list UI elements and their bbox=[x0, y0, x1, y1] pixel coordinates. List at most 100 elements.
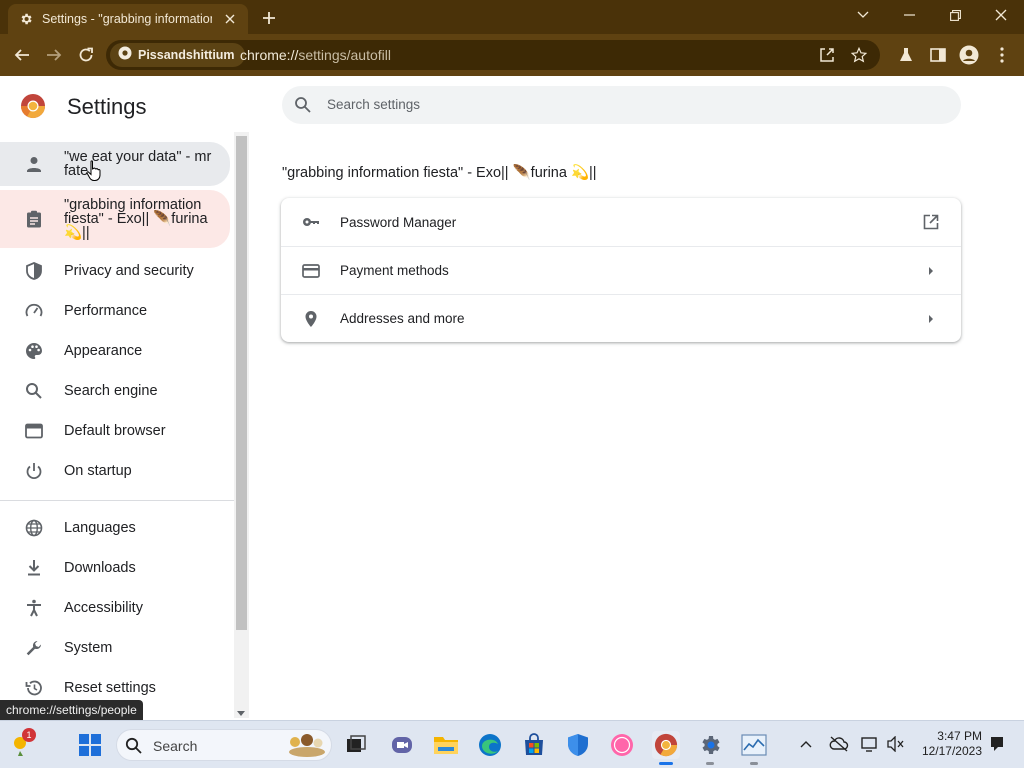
sidebar-scrollbar[interactable] bbox=[234, 132, 249, 718]
share-icon[interactable] bbox=[817, 45, 837, 65]
gear-icon bbox=[18, 11, 34, 27]
sidebar-item-downloads[interactable]: Downloads bbox=[0, 551, 230, 585]
search-icon bbox=[125, 737, 143, 755]
task-view-icon[interactable] bbox=[342, 731, 370, 759]
sidebar-item-privacy[interactable]: Privacy and security bbox=[0, 254, 230, 288]
sidebar-item-on-startup[interactable]: On startup bbox=[0, 454, 230, 488]
sidebar-item-autofill[interactable]: "grabbing information fiesta" - Exo|| 🪶f… bbox=[0, 190, 230, 248]
windows-start-icon[interactable] bbox=[76, 731, 104, 759]
person-icon bbox=[24, 154, 44, 174]
row-label: Addresses and more bbox=[340, 311, 465, 326]
sidebar-item-default-browser[interactable]: Default browser bbox=[0, 414, 230, 448]
sidebar-item-label: Downloads bbox=[64, 560, 136, 576]
password-manager-row[interactable]: Password Manager bbox=[281, 198, 961, 246]
kebab-menu-icon[interactable] bbox=[991, 44, 1013, 66]
browser-window-icon bbox=[24, 421, 44, 441]
search-highlight-illustration-icon bbox=[285, 732, 327, 758]
search-icon bbox=[24, 381, 44, 401]
minimize-icon[interactable] bbox=[894, 4, 924, 26]
browser-tab[interactable]: Settings - "grabbing information fiesta"… bbox=[8, 4, 248, 34]
forward-arrow-icon[interactable] bbox=[42, 43, 66, 67]
labs-flask-icon[interactable] bbox=[895, 44, 917, 66]
browser-toolbar: Pissandshittium chrome://settings/autofi… bbox=[0, 34, 1024, 76]
chevron-up-icon[interactable] bbox=[796, 734, 816, 754]
browser-logo-icon bbox=[118, 46, 132, 65]
speedometer-icon bbox=[24, 301, 44, 321]
address-bar[interactable]: Pissandshittium chrome://settings/autofi… bbox=[106, 40, 880, 70]
close-icon[interactable] bbox=[986, 4, 1016, 26]
tab-title: Settings - "grabbing information fiesta"… bbox=[42, 12, 212, 26]
key-icon bbox=[301, 212, 321, 232]
sidebar-item-accessibility[interactable]: Accessibility bbox=[0, 591, 230, 625]
clock-date: 12/17/2023 bbox=[921, 744, 982, 758]
back-arrow-icon[interactable] bbox=[10, 43, 34, 67]
restore-icon[interactable] bbox=[940, 4, 970, 26]
site-chip-label: Pissandshittium bbox=[138, 48, 235, 62]
globe-icon bbox=[24, 518, 44, 538]
system-clock[interactable]: 3:47 PM 12/17/2023 bbox=[918, 729, 982, 759]
search-placeholder: Search settings bbox=[327, 97, 421, 112]
sidebar-item-languages[interactable]: Languages bbox=[0, 511, 230, 545]
bookmark-star-icon[interactable] bbox=[849, 45, 869, 65]
payment-methods-row[interactable]: Payment methods bbox=[281, 246, 961, 294]
sidebar-item-appearance[interactable]: Appearance bbox=[0, 334, 230, 368]
sidebar-item-label: Accessibility bbox=[64, 600, 143, 616]
sidebar-item-search-engine[interactable]: Search engine bbox=[0, 374, 230, 408]
profile-avatar-icon[interactable] bbox=[958, 44, 980, 66]
settings-gear-taskbar-icon[interactable] bbox=[696, 731, 724, 765]
taskbar-search-box[interactable]: Search bbox=[116, 729, 332, 761]
history-icon bbox=[24, 678, 44, 698]
accessibility-icon bbox=[24, 598, 44, 618]
task-manager-icon[interactable] bbox=[740, 731, 768, 765]
hand-cursor-icon bbox=[86, 160, 102, 182]
sidebar-item-label: On startup bbox=[64, 463, 132, 479]
scroll-down-arrow-icon[interactable] bbox=[237, 711, 245, 716]
teams-chat-icon[interactable] bbox=[388, 731, 416, 759]
osu-app-icon[interactable] bbox=[608, 731, 636, 759]
tab-search-chevron-down-icon[interactable] bbox=[848, 4, 878, 26]
sidebar-item-label: Performance bbox=[64, 303, 148, 319]
side-panel-icon[interactable] bbox=[927, 44, 949, 66]
addresses-row[interactable]: Addresses and more bbox=[281, 294, 961, 342]
sidebar-item-label: System bbox=[64, 640, 113, 656]
edge-browser-icon[interactable] bbox=[476, 731, 504, 759]
cloud-offline-icon[interactable] bbox=[829, 734, 849, 754]
sidebar-item-performance[interactable]: Performance bbox=[0, 294, 230, 328]
wrench-icon bbox=[24, 638, 44, 658]
search-settings-input[interactable]: Search settings bbox=[282, 86, 961, 124]
taskbar-search-label: Search bbox=[153, 738, 198, 754]
new-tab-button[interactable] bbox=[258, 7, 280, 29]
section-title: "grabbing information fiesta" - Exo|| 🪶f… bbox=[282, 165, 597, 181]
open-external-icon[interactable] bbox=[921, 212, 941, 232]
notification-center-icon[interactable] bbox=[987, 734, 1007, 754]
browser-title-bar: Settings - "grabbing information fiesta"… bbox=[0, 0, 1024, 34]
notification-badge: 1 bbox=[22, 728, 36, 742]
microsoft-store-icon[interactable] bbox=[520, 731, 548, 759]
reload-icon[interactable] bbox=[74, 43, 98, 67]
tab-close-icon[interactable] bbox=[222, 11, 238, 27]
defender-shield-icon[interactable] bbox=[564, 731, 592, 759]
shield-icon bbox=[24, 261, 44, 281]
display-network-icon[interactable] bbox=[860, 734, 880, 754]
arrow-right-icon[interactable] bbox=[921, 261, 941, 281]
file-explorer-icon[interactable] bbox=[432, 731, 460, 759]
row-label: Payment methods bbox=[340, 263, 449, 278]
scrollbar-thumb[interactable] bbox=[236, 136, 247, 630]
arrow-right-icon[interactable] bbox=[921, 309, 941, 329]
sidebar-item-system[interactable]: System bbox=[0, 631, 230, 665]
sidebar-item-label: "grabbing information fiesta" - Exo|| 🪶f… bbox=[64, 197, 208, 241]
sidebar-item-profile[interactable]: "we eat your data" - mr fate bbox=[0, 142, 230, 186]
sidebar-item-label: Languages bbox=[64, 520, 136, 536]
chromium-browser-taskbar-icon[interactable] bbox=[652, 731, 680, 765]
sidebar-item-label: Default browser bbox=[64, 423, 166, 439]
sidebar-item-label: Privacy and security bbox=[64, 263, 194, 279]
row-label: Password Manager bbox=[340, 214, 457, 230]
palette-icon bbox=[24, 341, 44, 361]
volume-muted-icon[interactable] bbox=[886, 734, 906, 754]
url-text[interactable]: chrome://settings/autofill bbox=[240, 47, 391, 63]
clock-time: 3:47 PM bbox=[937, 729, 982, 743]
page-title: Settings bbox=[67, 94, 147, 119]
site-info-chip[interactable]: Pissandshittium bbox=[110, 43, 245, 67]
settings-header: Settings Search settings bbox=[0, 76, 1024, 132]
download-icon bbox=[24, 558, 44, 578]
